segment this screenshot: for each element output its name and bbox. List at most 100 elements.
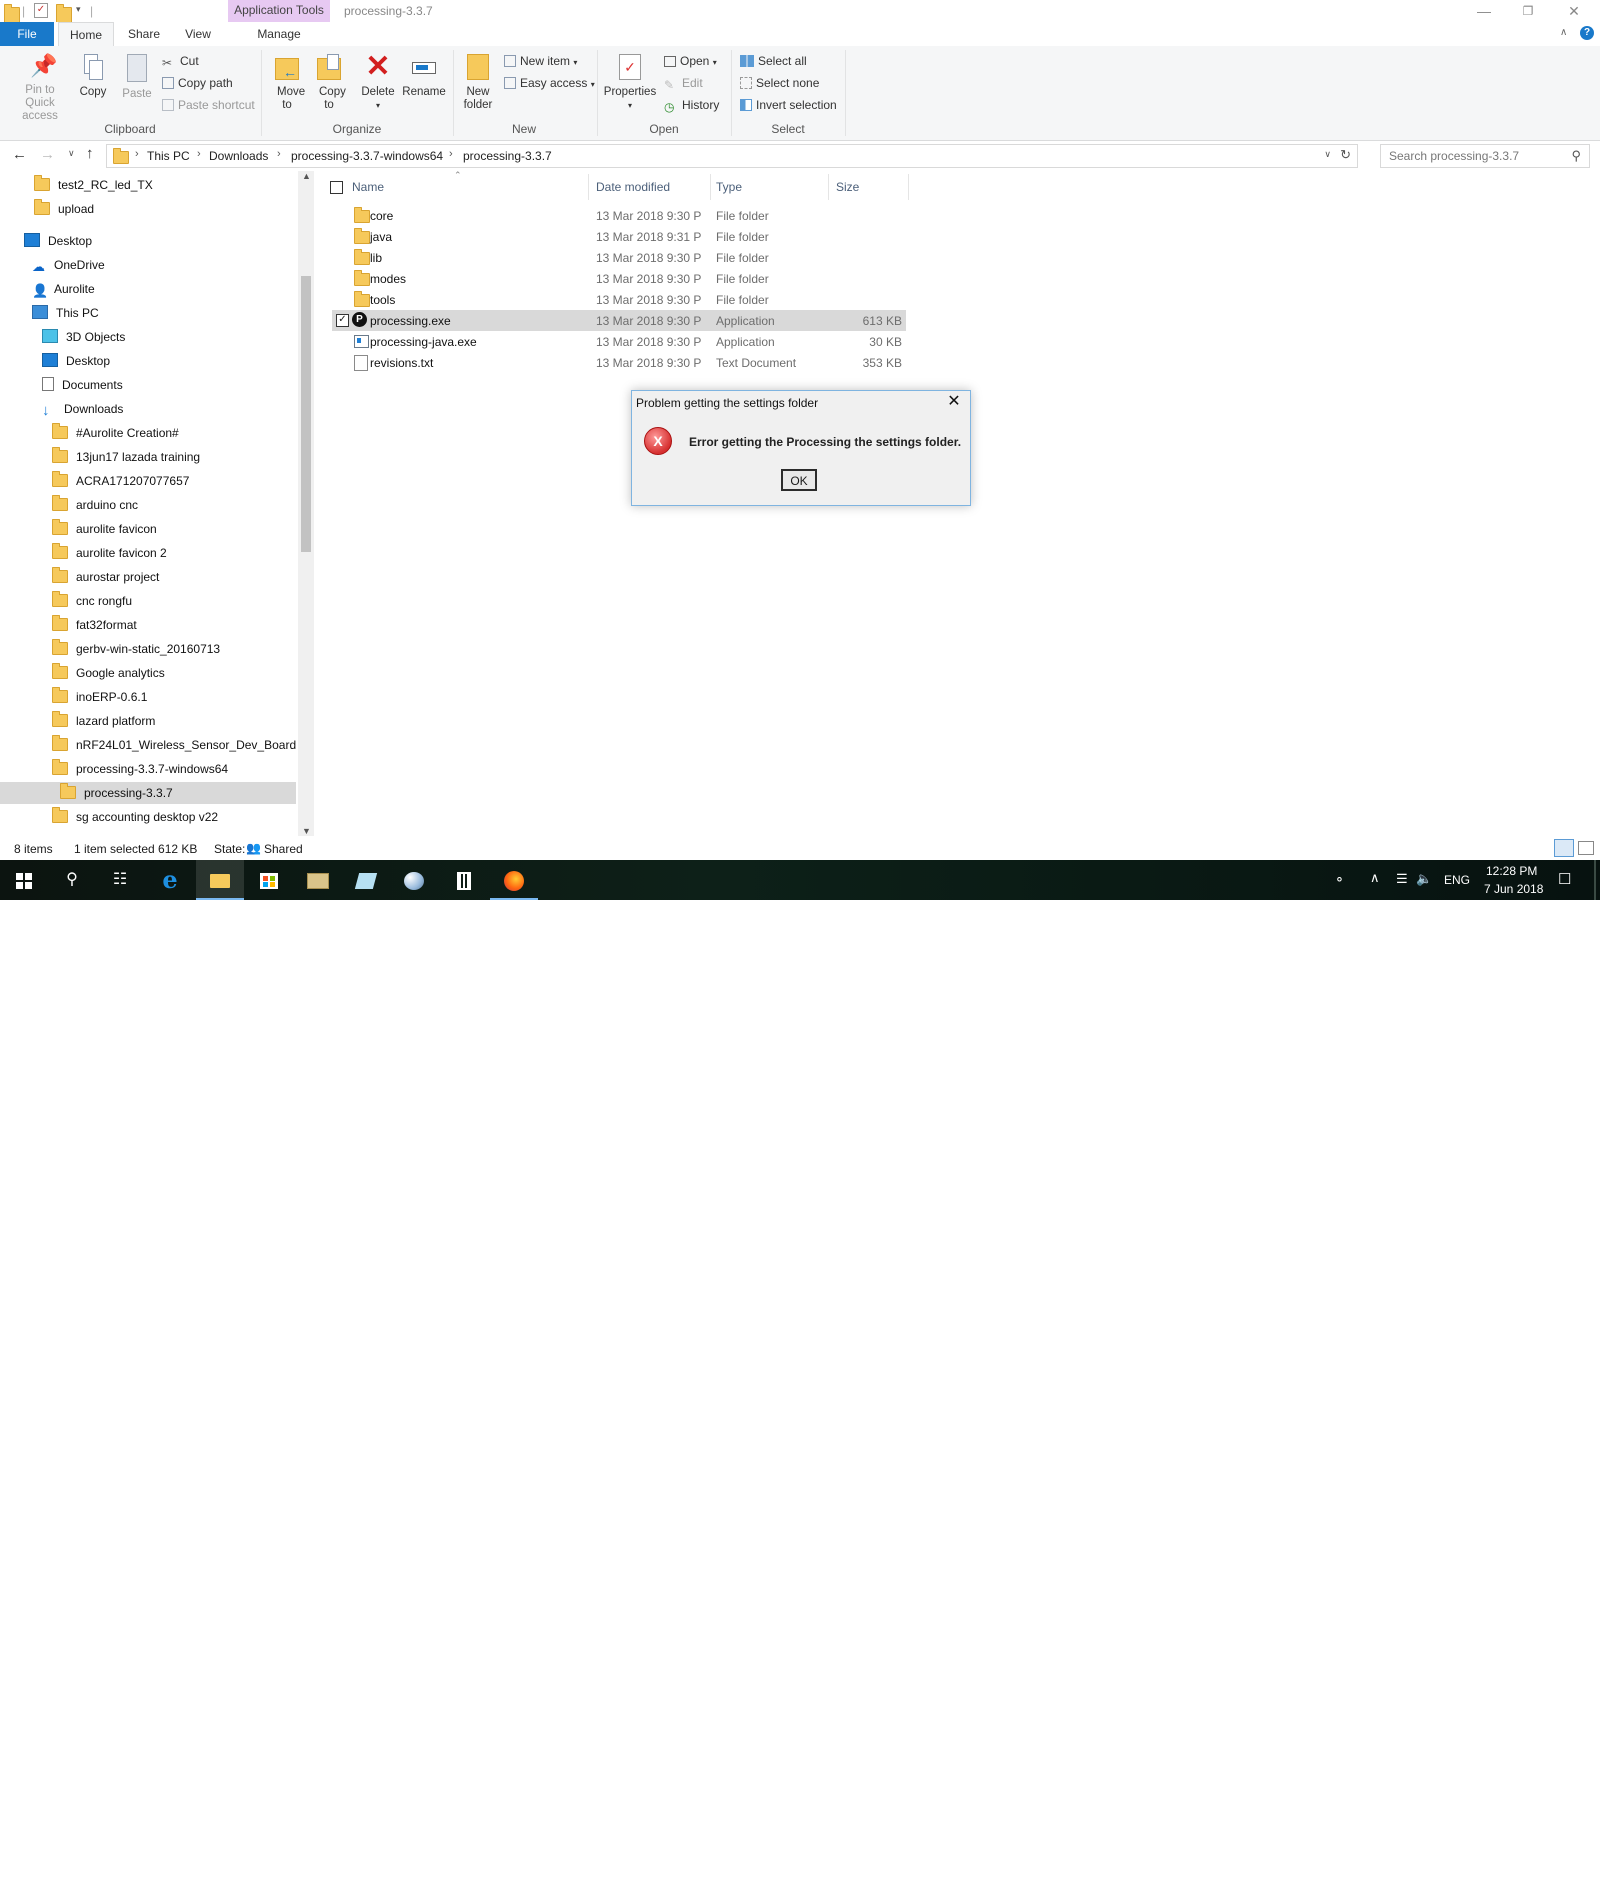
open-button[interactable]: Open ▾: [664, 54, 717, 68]
back-arrow-icon[interactable]: ←: [12, 146, 27, 163]
nav-item-test2-rc-led-tx[interactable]: test2_RC_led_TX: [34, 174, 153, 196]
column-header-date[interactable]: Date modified: [596, 180, 670, 194]
restore-button[interactable]: ❐: [1506, 0, 1550, 22]
column-header-type[interactable]: Type: [716, 180, 742, 194]
new-folder-button[interactable]: New folder: [458, 54, 498, 112]
breadcrumb-separator[interactable]: ›: [449, 148, 453, 160]
help-icon[interactable]: ?: [1580, 26, 1594, 40]
delete-button[interactable]: ✕ Delete ▾: [358, 52, 398, 112]
details-view-icon[interactable]: [1554, 839, 1574, 857]
column-header-name[interactable]: Name: [352, 180, 384, 194]
tab-share[interactable]: Share: [124, 22, 164, 46]
collapse-ribbon-icon[interactable]: ∧: [1560, 27, 1567, 38]
address-dropdown-chevron-icon[interactable]: ∨: [1324, 149, 1331, 160]
rename-button[interactable]: Rename: [400, 54, 448, 99]
calculator-icon[interactable]: [440, 860, 488, 900]
select-all-checkbox[interactable]: [330, 181, 343, 194]
history-button[interactable]: ◷ History: [664, 98, 719, 114]
volume-icon[interactable]: 🔈: [1416, 871, 1432, 887]
minimize-button[interactable]: —: [1462, 0, 1506, 22]
nav-item-3d-objects[interactable]: 3D Objects: [42, 326, 125, 348]
breadcrumb-separator[interactable]: ›: [277, 148, 281, 160]
wifi-icon[interactable]: ☰: [1396, 871, 1408, 887]
breadcrumb-this-pc[interactable]: This PC: [147, 149, 190, 163]
file-row[interactable]: core 13 Mar 2018 9:30 P File folder: [332, 205, 906, 226]
nav-item-aurolite-favicon[interactable]: aurolite favicon: [52, 518, 157, 540]
breadcrumb-processing[interactable]: processing-3.3.7: [463, 149, 552, 163]
up-arrow-icon[interactable]: ↑: [86, 145, 94, 162]
forward-arrow-icon[interactable]: →: [40, 146, 55, 163]
file-row[interactable]: processing-java.exe 13 Mar 2018 9:30 P A…: [332, 331, 906, 352]
nav-item-google-analytics[interactable]: Google analytics: [52, 662, 165, 684]
language-indicator[interactable]: ENG: [1444, 873, 1470, 887]
file-explorer-taskbar-icon[interactable]: [196, 860, 244, 900]
file-row[interactable]: java 13 Mar 2018 9:31 P File folder: [332, 226, 906, 247]
breadcrumb-separator[interactable]: ›: [197, 148, 201, 160]
ok-button[interactable]: OK: [781, 469, 817, 491]
scroll-up-arrow-icon[interactable]: ▲: [302, 171, 311, 181]
column-divider[interactable]: [828, 174, 829, 200]
row-checkbox-checked[interactable]: ✓: [336, 314, 349, 327]
refresh-icon[interactable]: ↻: [1340, 147, 1351, 163]
tab-home[interactable]: Home: [58, 22, 114, 48]
nav-item-aurolite-favicon-2[interactable]: aurolite favicon 2: [52, 542, 167, 564]
clock-time[interactable]: 12:28 PM: [1486, 864, 1537, 878]
people-icon[interactable]: ⚬: [1334, 872, 1345, 888]
nav-item-lazard-platform[interactable]: lazard platform: [52, 710, 155, 732]
file-row[interactable]: lib 13 Mar 2018 9:30 P File folder: [332, 247, 906, 268]
store-icon[interactable]: [245, 860, 293, 900]
nav-item-arduino-cnc[interactable]: arduino cnc: [52, 494, 138, 516]
nav-item-cnc-rongfu[interactable]: cnc rongfu: [52, 590, 132, 612]
customize-quick-access-icon[interactable]: ▾: [76, 4, 81, 15]
move-to-button[interactable]: ← Move to: [268, 54, 306, 112]
scrollbar-thumb[interactable]: [301, 276, 311, 552]
task-view-icon[interactable]: ☷: [96, 860, 144, 900]
edge-browser-icon[interactable]: e: [146, 860, 194, 900]
nav-item-13jun17-lazada[interactable]: 13jun17 lazada training: [52, 446, 200, 468]
properties-quick-icon[interactable]: ✓: [34, 3, 48, 18]
tab-view[interactable]: View: [178, 22, 218, 46]
cut-button[interactable]: ✂ Cut: [162, 54, 199, 70]
new-item-button[interactable]: New item ▾: [504, 54, 577, 68]
breadcrumb-downloads[interactable]: Downloads: [209, 149, 268, 163]
file-row[interactable]: tools 13 Mar 2018 9:30 P File folder: [332, 289, 906, 310]
nav-item-downloads[interactable]: ↓ Downloads: [42, 398, 123, 420]
copy-to-button[interactable]: Copy to: [310, 54, 348, 112]
column-divider[interactable]: [588, 174, 589, 200]
show-desktop-button[interactable]: [1594, 860, 1596, 900]
nav-item-aurolite[interactable]: 👤 Aurolite: [32, 278, 95, 300]
new-folder-quick-icon[interactable]: [56, 4, 72, 23]
select-all-button[interactable]: Select all: [740, 54, 807, 68]
column-header-size[interactable]: Size: [836, 180, 859, 194]
edit-button[interactable]: ✎ Edit: [664, 76, 703, 92]
nav-item-fat32format[interactable]: fat32format: [52, 614, 137, 636]
search-icon[interactable]: ⚲: [48, 860, 96, 900]
paste-shortcut-button[interactable]: Paste shortcut: [162, 98, 255, 112]
action-center-icon[interactable]: ☐: [1558, 870, 1571, 888]
search-icon[interactable]: ⚲: [1571, 148, 1581, 164]
nav-item-inoerp[interactable]: inoERP-0.6.1: [52, 686, 147, 708]
nav-item-documents[interactable]: Documents: [42, 374, 123, 396]
nav-item-desktop-pc[interactable]: Desktop: [42, 350, 110, 372]
nav-item-nrf24l01[interactable]: nRF24L01_Wireless_Sensor_Dev_Board-mast: [52, 734, 296, 756]
nav-item-processing-selected[interactable]: processing-3.3.7: [60, 782, 173, 804]
recent-locations-chevron-icon[interactable]: ∨: [68, 148, 75, 159]
copy-path-button[interactable]: Copy path: [162, 76, 233, 90]
scroll-down-arrow-icon[interactable]: ▼: [302, 826, 311, 836]
show-hidden-icons-chevron-icon[interactable]: ∧: [1370, 870, 1380, 886]
tab-file[interactable]: File: [0, 22, 54, 46]
column-divider[interactable]: [908, 174, 909, 200]
document-app-icon[interactable]: [342, 860, 390, 900]
start-windows-icon[interactable]: [0, 860, 48, 900]
properties-button[interactable]: ✓ Properties ▾: [602, 54, 658, 112]
address-bar[interactable]: › This PC › Downloads › processing-3.3.7…: [106, 144, 1358, 168]
search-box[interactable]: Search processing-3.3.7 ⚲: [1380, 144, 1590, 168]
nav-item-upload[interactable]: upload: [34, 198, 94, 220]
paste-button[interactable]: Paste: [118, 54, 156, 101]
file-row[interactable]: revisions.txt 13 Mar 2018 9:30 P Text Do…: [332, 352, 906, 373]
pin-quick-access-button[interactable]: 📌 Pin to Quick access: [4, 54, 76, 123]
file-row[interactable]: modes 13 Mar 2018 9:30 P File folder: [332, 268, 906, 289]
nav-item-sg-accounting[interactable]: sg accounting desktop v22: [52, 806, 218, 828]
clock-date[interactable]: 7 Jun 2018: [1484, 882, 1543, 896]
file-row-selected[interactable]: ✓ P processing.exe 13 Mar 2018 9:30 P Ap…: [332, 310, 906, 331]
